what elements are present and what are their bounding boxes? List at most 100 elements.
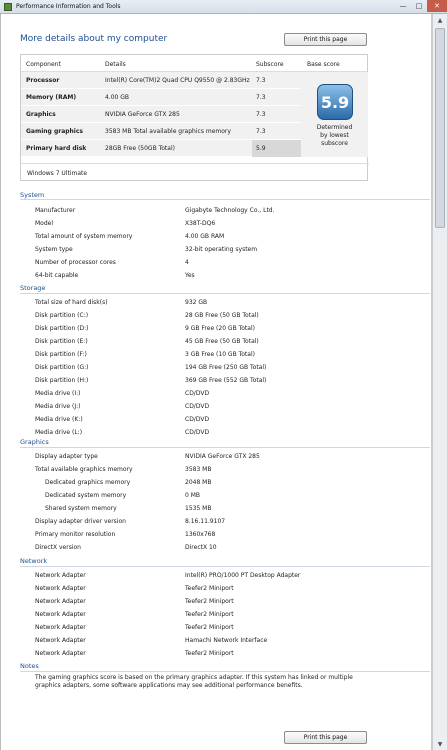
list-item: Network Adapter Teefer2 Miniport — [1, 583, 421, 595]
performance-icon — [4, 3, 12, 11]
list-item: Network Adapter Intel(R) PRO/1000 PT Desk… — [1, 570, 421, 582]
item-key: 64-bit capable — [35, 272, 79, 279]
item-value: CD/DVD — [185, 403, 210, 410]
item-value: 3 GB Free (10 GB Total) — [185, 351, 255, 358]
item-key: Disk partition (C:) — [35, 312, 89, 319]
base-score-note: Determined by lowest subscore — [316, 124, 353, 147]
minimize-icon[interactable]: — — [395, 0, 411, 12]
list-item: Total amount of system memory 4.00 GB RAM — [1, 231, 421, 243]
item-value: 4 — [185, 259, 189, 266]
item-value: 28 GB Free (50 GB Total) — [185, 312, 259, 319]
subscore-value: 5.9 — [256, 145, 266, 152]
header-subscore: Subscore — [256, 61, 284, 68]
item-key: Network Adapter — [35, 572, 86, 579]
base-score-cell: 5.9 Determined by lowest subscore — [301, 72, 368, 157]
item-key: Dedicated system memory — [45, 492, 127, 499]
scroll-down-icon[interactable]: ▼ — [433, 738, 447, 750]
item-key: Disk partition (D:) — [35, 325, 89, 332]
item-value: X38T-DQ6 — [185, 220, 216, 227]
item-key: Disk partition (F:) — [35, 351, 87, 358]
section-divider — [20, 566, 430, 567]
component-label: Processor — [26, 77, 60, 84]
scroll-up-icon[interactable]: ▲ — [433, 14, 447, 26]
component-details: 28GB Free (50GB Total) — [105, 145, 175, 152]
list-item: Primary monitor resolution 1360x768 — [1, 529, 421, 541]
vertical-scrollbar[interactable]: ▲ ▼ — [432, 14, 447, 750]
item-value: 932 GB — [185, 299, 208, 306]
item-value: 8.16.11.9107 — [185, 518, 226, 525]
component-label: Graphics — [26, 111, 56, 118]
section-divider — [20, 447, 430, 448]
item-value: CD/DVD — [185, 416, 210, 423]
item-key: System type — [35, 246, 73, 253]
base-score-value: 5.9 — [320, 92, 350, 112]
item-key: Display adapter driver version — [35, 518, 126, 525]
list-item: System type 32-bit operating system — [1, 244, 421, 256]
component-label: Gaming graphics — [26, 128, 83, 135]
item-value: 1535 MB — [185, 505, 212, 512]
item-value: DirectX 10 — [185, 544, 217, 551]
maximize-icon[interactable]: □ — [411, 0, 427, 12]
item-value: 3583 MB — [185, 466, 212, 473]
subscore-value: 7.3 — [256, 94, 266, 101]
score-row-hard-disk: Primary hard disk 28GB Free (50GB Total)… — [21, 140, 301, 157]
item-key: Number of processor cores — [35, 259, 116, 266]
component-details: NVIDIA GeForce GTX 285 — [105, 111, 180, 118]
os-edition: Windows 7 Ultimate — [27, 170, 88, 177]
header-base-score: Base score — [307, 61, 340, 68]
item-value: Yes — [185, 272, 195, 279]
item-key: Manufacturer — [35, 207, 76, 214]
list-item: Network Adapter Teefer2 Miniport — [1, 622, 421, 634]
score-row-processor: Processor Intel(R) Core(TM)2 Quad CPU Q9… — [21, 72, 301, 89]
item-value: Teefer2 Miniport — [185, 598, 234, 605]
item-key: Network Adapter — [35, 585, 86, 592]
item-value: CD/DVD — [185, 429, 210, 436]
item-key: Network Adapter — [35, 598, 86, 605]
list-item: Manufacturer Gigabyte Technology Co., Ltd… — [1, 205, 421, 217]
list-item: Media drive (I:) CD/DVD — [1, 388, 421, 400]
item-value: 9 GB Free (20 GB Total) — [185, 325, 255, 332]
subscore-value: 7.3 — [256, 128, 266, 135]
item-value: 45 GB Free (50 GB Total) — [185, 338, 259, 345]
item-key: Disk partition (G:) — [35, 364, 89, 371]
item-key: Shared system memory — [45, 505, 117, 512]
section-graphics-title: Graphics — [20, 438, 49, 446]
list-item: Display adapter type NVIDIA GeForce GTX 2… — [1, 451, 421, 463]
item-value: 2048 MB — [185, 479, 212, 486]
item-key: Disk partition (E:) — [35, 338, 88, 345]
section-divider — [20, 671, 430, 672]
base-score-badge: 5.9 — [317, 84, 353, 120]
list-item: Display adapter driver version 8.16.11.91… — [1, 516, 421, 528]
list-item: Network Adapter Teefer2 Miniport — [1, 609, 421, 621]
item-value: Teefer2 Miniport — [185, 650, 234, 657]
os-row: Windows 7 Ultimate — [21, 163, 369, 181]
item-key: Model — [35, 220, 54, 227]
item-value: Intel(R) PRO/1000 PT Desktop Adapter — [185, 572, 301, 579]
item-key: Dedicated graphics memory — [45, 479, 131, 486]
component-label: Primary hard disk — [26, 145, 87, 152]
scrollbar-thumb[interactable] — [435, 28, 445, 228]
item-key: Network Adapter — [35, 637, 86, 644]
list-item: Dedicated system memory 0 MB — [1, 490, 421, 502]
close-icon[interactable]: ✕ — [427, 0, 447, 12]
page-title: More details about my computer — [20, 34, 168, 44]
section-storage-title: Storage — [20, 284, 46, 292]
item-value: NVIDIA GeForce GTX 285 — [185, 453, 260, 460]
print-button-top[interactable]: Print this page — [284, 33, 367, 46]
list-item: DirectX version DirectX 10 — [1, 542, 421, 554]
item-value: 369 GB Free (552 GB Total) — [185, 377, 267, 384]
item-value: 0 MB — [185, 492, 201, 499]
window-controls: — □ ✕ — [395, 0, 447, 13]
item-key: Total available graphics memory — [35, 466, 133, 473]
notes-text: The gaming graphics score is based on th… — [35, 674, 353, 689]
list-item: Media drive (K:) CD/DVD — [1, 414, 421, 426]
score-row-memory: Memory (RAM) 4.00 GB 7.3 — [21, 89, 301, 106]
print-button-bottom[interactable]: Print this page — [284, 731, 367, 744]
section-notes-title: Notes — [20, 662, 39, 670]
list-item: Network Adapter Teefer2 Miniport — [1, 596, 421, 608]
subscore-value: 7.3 — [256, 111, 266, 118]
item-key: Network Adapter — [35, 611, 86, 618]
item-key: Total amount of system memory — [35, 233, 133, 240]
header-component: Component — [26, 61, 61, 68]
list-item: Shared system memory 1535 MB — [1, 503, 421, 515]
